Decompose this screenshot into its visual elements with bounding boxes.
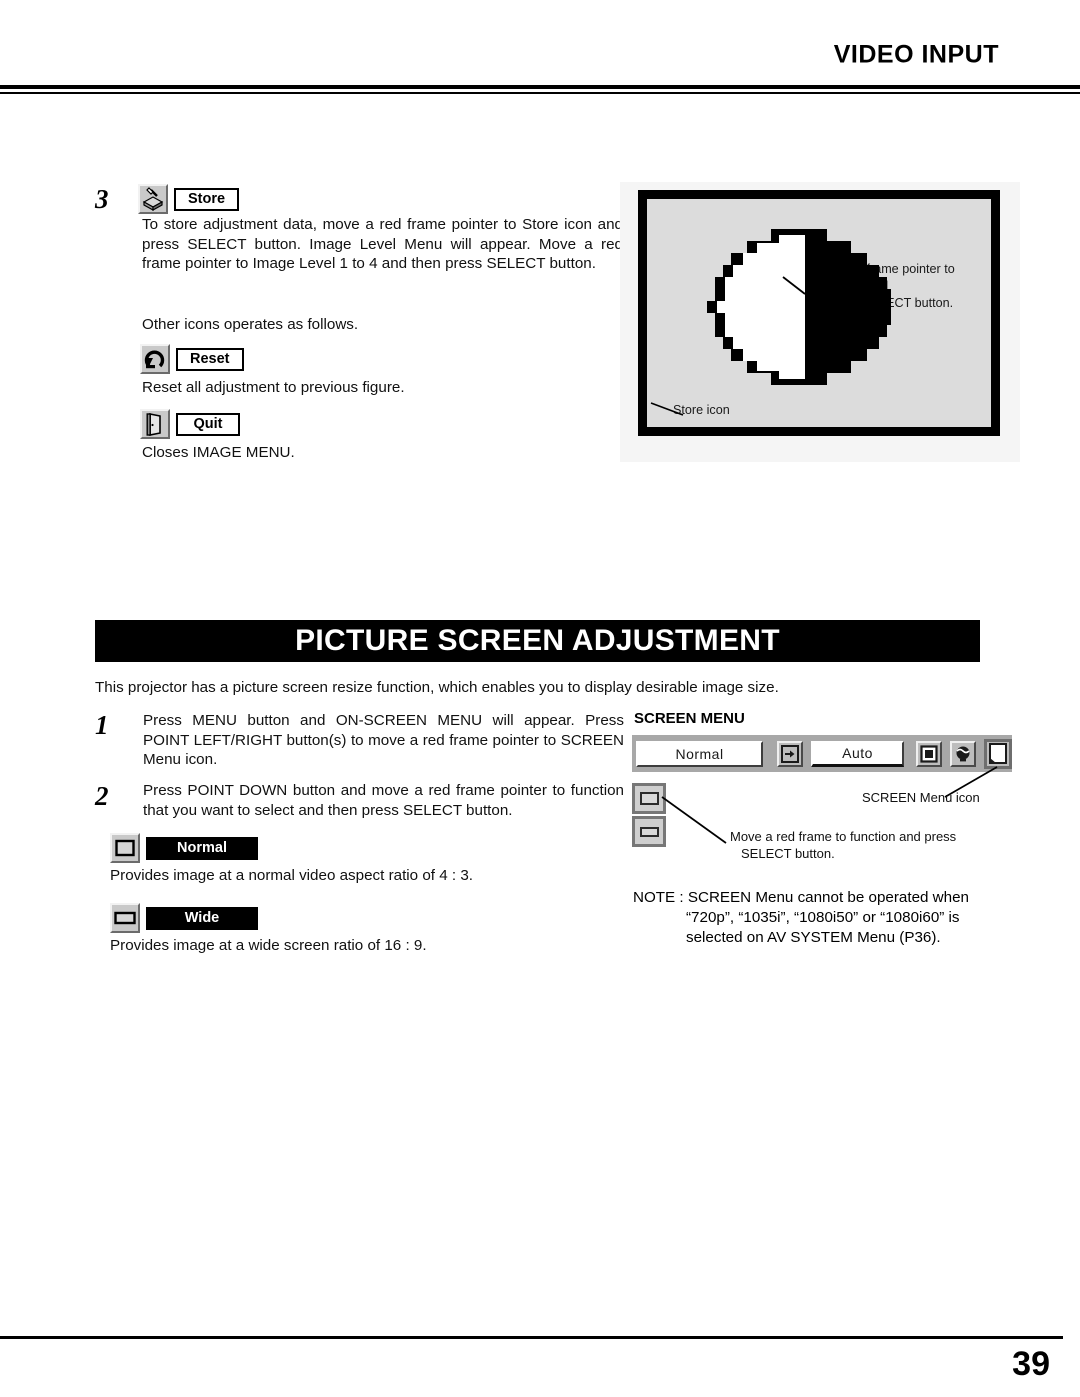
screen-menu-icon-callout: SCREEN Menu icon	[862, 790, 980, 805]
door-icon	[140, 409, 170, 439]
normal-label: Normal	[146, 836, 258, 860]
footer-rule	[0, 1336, 1063, 1339]
globe-color-icon[interactable]	[950, 740, 976, 767]
screen-mode-field[interactable]: Normal	[636, 740, 764, 767]
note-line-1: NOTE : SCREEN Menu cannot be operated wh…	[633, 889, 969, 906]
step-1-text: Press MENU button and ON-SCREEN MENU wil…	[143, 712, 624, 768]
normal-mode-row: Normal	[110, 833, 258, 863]
undo-arrow-icon	[140, 344, 170, 374]
function-callout-line-1: Move a red frame to function and press	[730, 829, 957, 844]
store-label: Store	[174, 187, 240, 211]
wide-mode-row: Wide	[110, 903, 258, 933]
section-banner: PICTURE SCREEN ADJUSTMENT	[95, 620, 980, 662]
normal-screen-icon	[110, 833, 140, 863]
store-icon-row: Store	[138, 184, 240, 214]
step-number-2: 2	[95, 781, 109, 811]
function-callout-line-2: SELECT button.	[741, 846, 835, 861]
note-block: NOTE : SCREEN Menu cannot be operated wh…	[633, 888, 1015, 948]
screen-menu-icon[interactable]	[984, 738, 1012, 769]
note-line-3: selected on AV SYSTEM Menu (P36).	[686, 929, 941, 946]
wide-description: Provides image at a wide screen ratio of…	[110, 937, 427, 954]
quit-icon-row: Quit	[140, 409, 240, 439]
step-number-3: 3	[95, 184, 109, 214]
figure-caption-leader	[650, 402, 684, 416]
input-arrow-icon[interactable]	[777, 740, 804, 767]
normal-description: Provides image at a normal video aspect …	[110, 867, 474, 884]
contrast-square-icon[interactable]	[916, 740, 942, 767]
store-disk-icon	[138, 184, 168, 214]
page-title: VIDEO INPUT	[833, 40, 999, 69]
wide-label: Wide	[146, 906, 258, 930]
figure-frame: Move a red frame pointer to image level …	[638, 190, 1000, 436]
reset-label: Reset	[176, 347, 244, 371]
other-icons-line: Other icons operates as follows.	[142, 316, 359, 333]
reset-icon-row: Reset	[140, 344, 244, 374]
reset-description: Reset all adjustment to previous figure.	[142, 379, 405, 396]
quit-description: Closes IMAGE MENU.	[142, 444, 295, 461]
figure-screen: Move a red frame pointer to image level …	[647, 199, 991, 427]
screen-menu-figure-title: SCREEN MENU	[634, 710, 745, 727]
page-number: 39	[1012, 1345, 1050, 1383]
step-number-1: 1	[95, 710, 109, 740]
header-rule-thin	[0, 92, 1080, 94]
page-header: VIDEO INPUT	[0, 0, 1080, 100]
store-description: To store adjustment data, move a red fra…	[142, 216, 623, 272]
section-intro: This projector has a picture screen resi…	[95, 679, 779, 696]
header-rule-thick	[0, 85, 1080, 89]
step-2-text: Press POINT DOWN button and move a red f…	[143, 782, 624, 819]
system-field[interactable]: Auto	[811, 740, 904, 767]
section-title: PICTURE SCREEN ADJUSTMENT	[295, 624, 780, 657]
note-line-2: “720p”, “1035i”, “1080i50” or “1080i60” …	[686, 909, 960, 926]
quit-label: Quit	[176, 412, 240, 436]
image-level-menu-figure: Move a red frame pointer to image level …	[620, 182, 1020, 462]
wide-screen-icon	[110, 903, 140, 933]
obscuring-blob	[707, 229, 891, 385]
